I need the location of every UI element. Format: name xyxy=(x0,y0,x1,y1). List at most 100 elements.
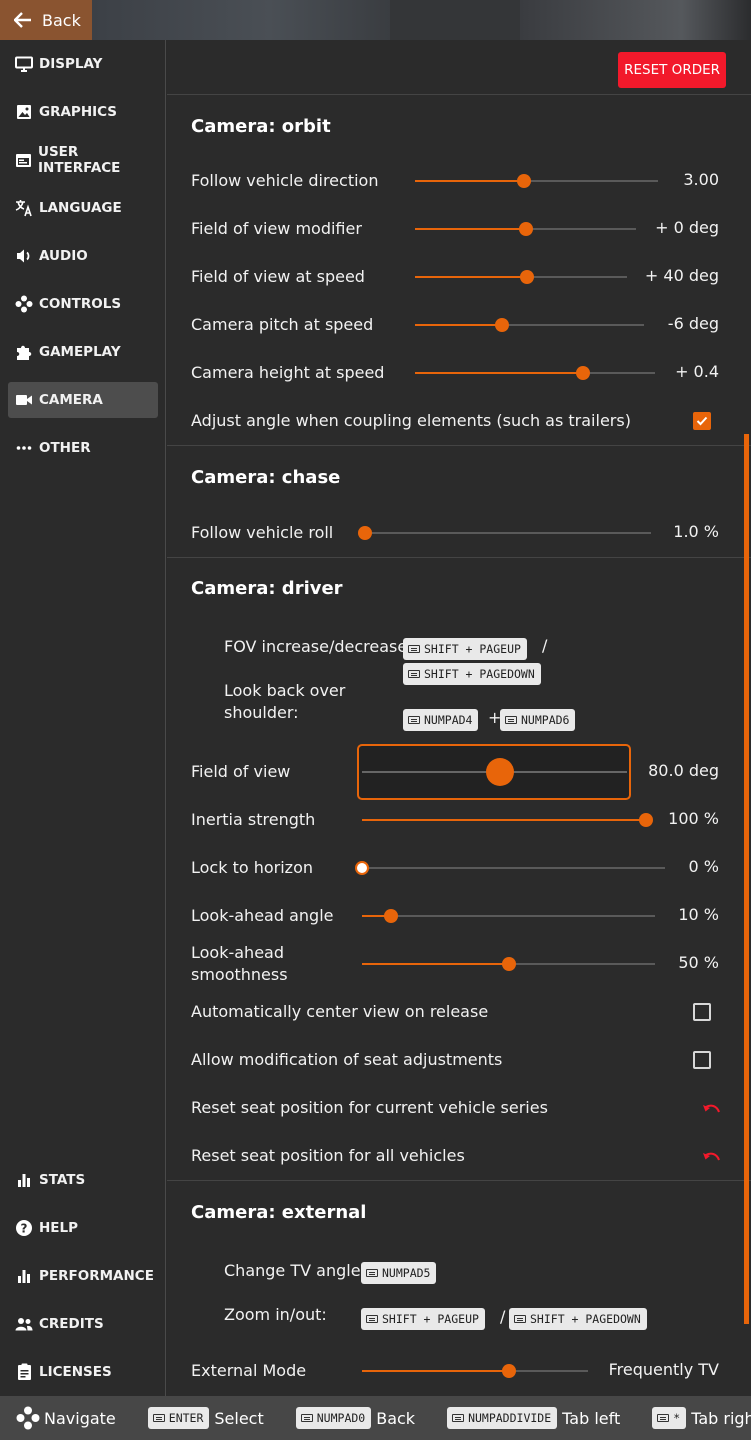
seat-modification-label: Allow modification of seat adjustments xyxy=(191,1050,503,1069)
driver-row-label: Look-ahead angle xyxy=(191,906,334,925)
bottom-hint-bar: Navigate ENTER Select NUMPAD0 Back NUMPA… xyxy=(0,1396,751,1440)
height-at-speed-slider[interactable] xyxy=(415,363,655,383)
key-star: * xyxy=(652,1407,687,1429)
inertia-strength-slider[interactable] xyxy=(362,810,653,830)
key-shift-pagedown: SHIFT + PAGEDOWN xyxy=(403,663,541,685)
sidebar-item-gameplay[interactable]: GAMEPLAY xyxy=(8,334,158,370)
slider-value: 80.0 deg xyxy=(648,761,719,780)
sidebar-item-label: HELP xyxy=(39,1220,79,1236)
sidebar-item-user-interface[interactable]: USER INTERFACE xyxy=(8,142,158,178)
reset-order-button[interactable]: RESET ORDER xyxy=(618,52,726,88)
bar-chart-icon xyxy=(15,1171,33,1189)
follow-roll-slider[interactable] xyxy=(357,523,651,543)
fov-binding-label: FOV increase/decrease: xyxy=(224,637,413,656)
sidebar-item-label: CREDITS xyxy=(39,1316,104,1332)
keyboard-icon xyxy=(657,1414,670,1422)
checkmark-icon xyxy=(696,416,708,426)
hint-label: Select xyxy=(214,1408,264,1428)
svg-text:?: ? xyxy=(21,1222,28,1236)
slider-value: 100 % xyxy=(668,809,719,828)
fov-at-speed-slider[interactable] xyxy=(415,267,627,287)
sidebar-item-audio[interactable]: AUDIO xyxy=(8,238,158,274)
speaker-icon xyxy=(15,247,33,265)
puzzle-icon xyxy=(15,343,33,361)
section-title-orbit: Camera: orbit xyxy=(191,116,331,137)
orbit-row-label: Camera pitch at speed xyxy=(191,315,374,334)
window-icon xyxy=(15,151,32,169)
driver-row-label: smoothness xyxy=(191,965,288,984)
lookback-label: Look back over xyxy=(224,681,346,700)
back-label: Back xyxy=(42,10,81,30)
keyboard-icon xyxy=(408,716,420,724)
lookback-label: shoulder: xyxy=(224,703,299,722)
keyboard-icon xyxy=(366,1269,378,1277)
help-icon: ? xyxy=(15,1219,33,1237)
video-camera-icon xyxy=(15,391,33,409)
sidebar-item-help[interactable]: ? HELP xyxy=(8,1210,158,1246)
sidebar-item-graphics[interactable]: GRAPHICS xyxy=(8,94,158,130)
sidebar-item-controls[interactable]: CONTROLS xyxy=(8,286,158,322)
look-ahead-angle-slider[interactable] xyxy=(362,906,655,926)
seat-modification-checkbox[interactable] xyxy=(693,1051,711,1069)
sidebar: DISPLAY GRAPHICS USER INTERFACE LANGUAGE… xyxy=(0,40,166,1396)
key-numpad4: NUMPAD4 xyxy=(403,709,479,731)
arrow-left-icon xyxy=(14,12,31,28)
sidebar-item-label: OTHER xyxy=(39,440,91,456)
keyboard-icon xyxy=(408,645,420,653)
sidebar-item-camera[interactable]: CAMERA xyxy=(8,382,158,418)
sidebar-item-label: AUDIO xyxy=(39,248,88,264)
sidebar-item-credits[interactable]: CREDITS xyxy=(8,1306,158,1342)
external-mode-slider[interactable] xyxy=(362,1361,588,1381)
section-title-driver: Camera: driver xyxy=(191,578,343,599)
follow-direction-slider[interactable] xyxy=(415,171,658,191)
orbit-row-label: Field of view modifier xyxy=(191,219,362,238)
sidebar-item-licenses[interactable]: LICENSES xyxy=(8,1354,158,1390)
look-ahead-smoothness-slider[interactable] xyxy=(362,954,655,974)
image-icon xyxy=(15,103,33,121)
sidebar-item-other[interactable]: OTHER xyxy=(8,430,158,466)
auto-center-checkbox[interactable] xyxy=(693,1003,711,1021)
lock-horizon-slider[interactable] xyxy=(355,858,665,878)
pitch-at-speed-slider[interactable] xyxy=(415,315,644,335)
section-title-chase: Camera: chase xyxy=(191,467,341,488)
top-bar: Back xyxy=(0,0,751,40)
undo-icon[interactable] xyxy=(701,1151,721,1165)
sidebar-item-performance[interactable]: PERFORMANCE xyxy=(8,1258,158,1294)
hint-tab-right: * Tab right xyxy=(652,1407,751,1429)
hint-tab-left: NUMPADDIVIDE Tab left xyxy=(447,1407,620,1429)
key-numpad5: NUMPAD5 xyxy=(361,1262,437,1284)
sidebar-item-stats[interactable]: STATS xyxy=(8,1162,158,1198)
sidebar-item-language[interactable]: LANGUAGE xyxy=(8,190,158,226)
people-icon xyxy=(15,1315,33,1333)
sidebar-item-label: CONTROLS xyxy=(39,296,122,312)
back-button[interactable]: Back xyxy=(0,0,92,40)
background-blur xyxy=(90,0,390,40)
slider-value: + 0 deg xyxy=(655,218,719,237)
translate-icon xyxy=(15,199,33,217)
undo-icon[interactable] xyxy=(701,1103,721,1117)
sidebar-item-label: LICENSES xyxy=(39,1364,112,1380)
field-of-view-slider[interactable] xyxy=(362,758,627,786)
settings-panel: RESET ORDER Camera: orbit Follow vehicle… xyxy=(167,40,751,1396)
scrollbar[interactable] xyxy=(744,434,749,1324)
reset-seat-all-label: Reset seat position for all vehicles xyxy=(191,1146,465,1165)
key-shift-pageup: SHIFT + PAGEUP xyxy=(361,1308,485,1330)
keyboard-icon xyxy=(452,1414,465,1422)
adjust-angle-label: Adjust angle when coupling elements (suc… xyxy=(191,411,631,430)
section-title-external: Camera: external xyxy=(191,1202,367,1223)
sidebar-item-label: STATS xyxy=(39,1172,86,1188)
sidebar-item-label: LANGUAGE xyxy=(39,200,122,216)
slider-value: 1.0 % xyxy=(673,522,719,541)
divider xyxy=(167,1180,751,1181)
sidebar-item-display[interactable]: DISPLAY xyxy=(8,46,158,82)
keyboard-icon xyxy=(300,1414,313,1422)
adjust-angle-checkbox[interactable] xyxy=(693,412,711,430)
external-mode-value: Frequently TV xyxy=(608,1360,719,1379)
slider-value: + 0.4 xyxy=(675,362,719,381)
key-enter: ENTER xyxy=(147,1407,210,1429)
fov-modifier-slider[interactable] xyxy=(415,219,636,239)
separator: / xyxy=(542,636,548,655)
orbit-row-label: Field of view at speed xyxy=(191,267,365,286)
slider-value: 3.00 xyxy=(683,170,719,189)
bar-chart-icon xyxy=(15,1267,33,1285)
